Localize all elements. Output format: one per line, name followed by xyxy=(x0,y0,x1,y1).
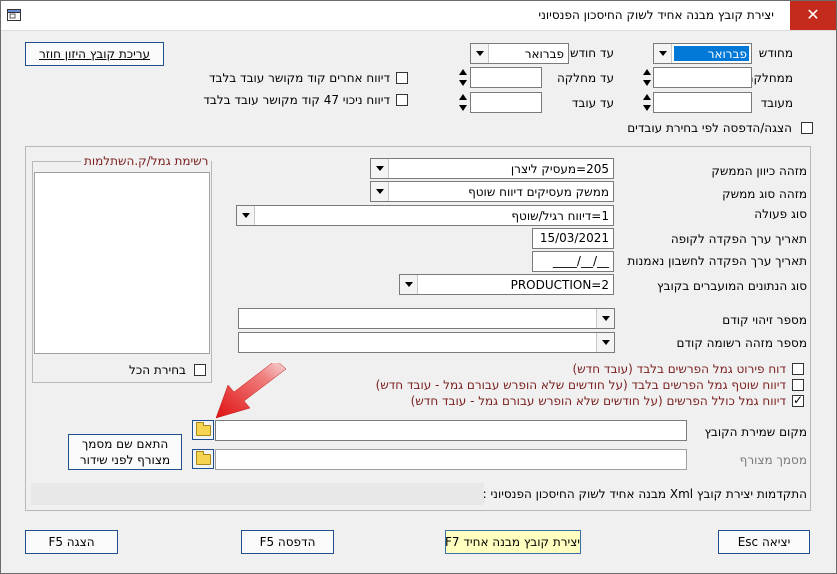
from-dept-input[interactable] xyxy=(653,67,752,88)
from-dept-spinner[interactable] xyxy=(641,67,652,88)
option-diff-only-new-label: דוח פירוט גמל הפרשים בלבד (עובד חדש) xyxy=(572,362,787,376)
prev-record-id-select[interactable] xyxy=(238,332,615,353)
to-dept-input[interactable] xyxy=(470,67,542,88)
from-month-select[interactable]: פברואר xyxy=(653,43,752,64)
chevron-down-icon[interactable] xyxy=(471,44,489,63)
from-employee-input[interactable] xyxy=(653,92,752,113)
main-window: יצירת קובץ מבנה אחיד לשוק החיסכון הפנסיו… xyxy=(0,0,837,574)
print-button[interactable]: הדפסה F5 xyxy=(241,530,334,554)
deduction-report-label: דיווח ניכוי 47 קוד מקושר עובד בלבד xyxy=(203,93,390,107)
action-type-label: סוג פעולה xyxy=(754,207,807,221)
save-location-input[interactable] xyxy=(215,420,687,441)
option-current-diff-checkbox[interactable] xyxy=(792,379,804,391)
progress-bar xyxy=(31,483,484,505)
option-incl-diff-label: דיווח גמל כולל הפרשים (על חודשים שלא הופ… xyxy=(410,394,786,408)
from-employee-label: מעובד xyxy=(760,96,793,110)
match-attached-doc-button[interactable]: התאם שם מסמך מצורף לפני שידור xyxy=(68,434,182,470)
select-all-label: בחירת הכל xyxy=(129,363,186,377)
to-dept-label: עד מחלקה xyxy=(556,71,614,85)
red-pointer-arrow-icon xyxy=(215,363,287,419)
show-button[interactable]: הצגה F5 xyxy=(25,530,118,554)
title-bar: יצירת קובץ מבנה אחיד לשוק החיסכון הפנסיו… xyxy=(1,1,836,31)
prev-id-select[interactable] xyxy=(238,308,615,329)
action-type-select[interactable]: 1=דיווח רגיל/שוטף xyxy=(236,205,614,226)
show-print-selection-label: הצגה/הדפסה לפי בחירת עובדים xyxy=(627,121,792,135)
folder-open-icon xyxy=(196,422,211,436)
from-month-label: מחודש xyxy=(758,46,793,60)
other-reports-checkbox[interactable] xyxy=(396,72,408,84)
interface-type-label: מזהה סוג ממשק xyxy=(722,187,807,201)
employer-direction-select[interactable]: 205=מעסיק ליצרן xyxy=(370,158,614,179)
other-reports-label: דיווח אחרים קוד מקושר עובד בלבד xyxy=(208,71,390,85)
chevron-down-icon[interactable] xyxy=(371,182,389,201)
prev-id-label: מספר זיהוי קודם xyxy=(722,313,807,327)
chevron-down-icon[interactable] xyxy=(371,159,389,178)
save-location-label: מקום שמירת הקובץ xyxy=(704,425,807,439)
exit-button[interactable]: יציאה Esc xyxy=(718,530,810,554)
select-all-checkbox[interactable] xyxy=(194,364,206,376)
save-location-browse-button[interactable] xyxy=(192,420,214,440)
employer-direction-label: מזהה כיוון הממשק xyxy=(711,164,807,178)
to-employee-label: עד עובד xyxy=(571,96,614,110)
close-button[interactable]: ✕ xyxy=(790,1,836,30)
option-incl-diff-checkbox[interactable] xyxy=(792,393,804,407)
app-window-icon xyxy=(7,9,21,21)
prev-record-id-label: מספר מזהה רשומה קודם xyxy=(676,336,807,350)
attached-doc-input[interactable] xyxy=(215,449,687,470)
chevron-down-icon[interactable] xyxy=(654,44,672,63)
attached-doc-label: מסמך מצורף xyxy=(739,453,807,467)
show-print-selection-checkbox[interactable] xyxy=(801,122,813,134)
chevron-down-icon[interactable] xyxy=(596,333,614,352)
trustee-deposit-date-input[interactable]: __/__/____ xyxy=(532,251,614,272)
data-type-label: סוג הנתונים המועברים בקובץ xyxy=(657,279,807,293)
from-employee-spinner[interactable] xyxy=(641,92,652,113)
chevron-down-icon[interactable] xyxy=(596,309,614,328)
create-file-button[interactable]: יצירת קובץ מבנה אחיד F7 xyxy=(445,530,581,554)
deposit-value-date-label: תאריך ערך הפקדה לקופה xyxy=(670,232,807,246)
to-employee-input[interactable] xyxy=(470,92,542,113)
chevron-down-icon[interactable] xyxy=(237,206,255,225)
interface-type-select[interactable]: ממשק מעסיקים דיווח שוטף xyxy=(370,181,614,202)
deposit-value-date-input[interactable]: 15/03/2021 xyxy=(532,228,614,249)
window-title: יצירת קובץ מבנה אחיד לשוק החיסכון הפנסיו… xyxy=(538,8,774,22)
attached-doc-browse-button[interactable] xyxy=(192,449,214,469)
data-type-select[interactable]: PRODUCTION=2 xyxy=(399,274,614,295)
to-dept-spinner[interactable] xyxy=(457,67,468,88)
to-month-select[interactable]: פברואר xyxy=(470,43,569,64)
to-month-label: עד חודש xyxy=(569,46,614,60)
deduction-report-checkbox[interactable] xyxy=(396,94,408,106)
folder-open-icon xyxy=(196,451,211,465)
pension-fund-list[interactable] xyxy=(34,172,210,354)
to-employee-spinner[interactable] xyxy=(457,92,468,113)
trustee-deposit-date-label: תאריך ערך הפקדה לחשבון נאמנות xyxy=(627,254,807,268)
from-dept-label: ממחלקה xyxy=(745,71,793,85)
edit-return-file-button[interactable]: עריכת קובץ היזון חוזר xyxy=(25,42,164,66)
option-current-diff-label: דיווח שוטף גמל הפרשים בלבד (על חודשים של… xyxy=(375,378,786,392)
progress-label: התקדמות יצירת קובץ Xml מבנה אחיד לשוק הח… xyxy=(482,487,807,501)
option-diff-only-new-checkbox[interactable] xyxy=(792,363,804,375)
chevron-down-icon[interactable] xyxy=(400,275,418,294)
pension-fund-group-legend: רשימת גמל/ק.השתלמות xyxy=(81,154,212,168)
